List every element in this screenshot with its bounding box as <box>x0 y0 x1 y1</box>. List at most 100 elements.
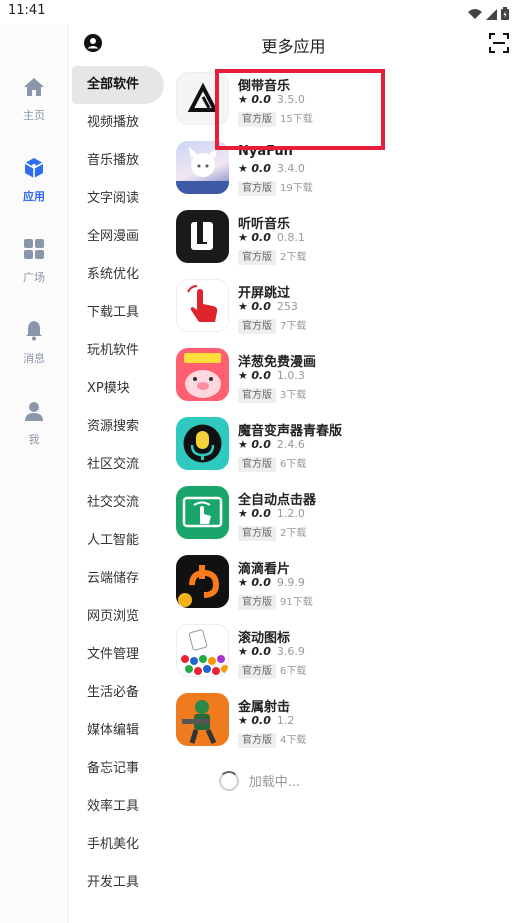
star-icon: ★ <box>238 162 248 175</box>
star-icon: ★ <box>238 369 248 382</box>
app-tags: 官方版 91下载 <box>238 593 313 610</box>
category-item[interactable]: XP模块 <box>72 370 164 408</box>
category-item[interactable]: 媒体编辑 <box>72 712 164 750</box>
app-version: 1.2.0 <box>276 507 305 520</box>
app-item[interactable]: 滴滴看片 ★ 0.0 9.9.9 官方版 91下载 <box>176 555 516 624</box>
apps-cube-icon <box>23 157 45 179</box>
app-score: 0.0 <box>251 714 271 727</box>
category-item[interactable]: 全网漫画 <box>72 218 164 256</box>
app-version: 1.0.3 <box>276 369 305 382</box>
category-item[interactable]: 资源搜索 <box>72 408 164 446</box>
app-item[interactable]: 开屏跳过 ★ 0.0 253 官方版 7下载 <box>176 279 516 348</box>
microphone-icon <box>176 417 229 470</box>
rail-item-apps[interactable]: 应用 <box>0 157 68 204</box>
app-downloads: 2下载 <box>280 252 307 263</box>
app-score: 0.0 <box>251 162 271 175</box>
app-meta: ★ 0.0 3.4.0 <box>238 162 305 175</box>
app-version: 2.4.6 <box>276 438 305 451</box>
app-meta: ★ 0.0 253 <box>238 300 298 313</box>
app-tags: 官方版 4下载 <box>238 731 306 748</box>
app-tags: 官方版 6下载 <box>238 455 306 472</box>
category-item[interactable]: 文字阅读 <box>72 180 164 218</box>
user-icon <box>23 400 45 422</box>
app-name: 滚动图标 <box>238 631 291 646</box>
rail-label: 我 <box>28 433 40 446</box>
rail-label: 主页 <box>23 109 45 122</box>
app-score: 0.0 <box>251 300 271 313</box>
signal-icon <box>486 5 497 24</box>
category-item[interactable]: 文件管理 <box>72 636 164 674</box>
app-item[interactable]: 洋葱免费漫画 ★ 0.0 1.0.3 官方版 3下载 <box>176 348 516 417</box>
rail-item-messages[interactable]: 消息 <box>0 319 68 366</box>
star-icon: ★ <box>238 576 248 589</box>
app-version: 1.2 <box>276 714 295 727</box>
app-downloads: 6下载 <box>280 666 307 677</box>
category-item[interactable]: 人工智能 <box>72 522 164 560</box>
didi-logo-icon <box>176 555 229 608</box>
app-name: 金属射击 <box>238 700 291 715</box>
highlight-box <box>215 69 385 150</box>
spinner-icon <box>218 770 239 791</box>
category-item[interactable]: 生活必备 <box>72 674 164 712</box>
category-item[interactable]: 社交交流 <box>72 484 164 522</box>
app-tag: 官方版 <box>238 526 276 541</box>
star-icon: ★ <box>238 231 248 244</box>
app-version: 9.9.9 <box>276 576 305 589</box>
app-tags: 官方版 2下载 <box>238 524 306 541</box>
app-downloads: 4下载 <box>280 735 307 746</box>
category-item[interactable]: 手机美化 <box>72 826 164 864</box>
status-time: 11:41 <box>8 3 46 18</box>
page-title: 更多应用 <box>261 37 326 56</box>
rail-label: 消息 <box>23 352 45 365</box>
category-item[interactable]: 网页浏览 <box>72 598 164 636</box>
app-item[interactable]: 听听音乐 ★ 0.0 0.8.1 官方版 2下载 <box>176 210 516 279</box>
category-item[interactable]: 效率工具 <box>72 788 164 826</box>
app-tags: 官方版 19下载 <box>238 179 313 196</box>
category-item[interactable]: 全部软件 <box>72 66 164 104</box>
app-version: 253 <box>276 300 298 313</box>
star-icon: ★ <box>238 438 248 451</box>
star-icon: ★ <box>238 507 248 520</box>
app-score: 0.0 <box>251 507 271 520</box>
app-tag: 官方版 <box>238 319 276 334</box>
app-item[interactable]: NyaFun ★ 0.0 3.4.0 官方版 19下载 <box>176 141 516 210</box>
app-item[interactable]: 全自动点击器 ★ 0.0 1.2.0 官方版 2下载 <box>176 486 516 555</box>
app-meta: ★ 0.0 1.0.3 <box>238 369 305 382</box>
rail-item-home[interactable]: 主页 <box>0 76 68 123</box>
app-item[interactable]: 金属射击 ★ 0.0 1.2 官方版 4下载 <box>176 693 516 762</box>
app-meta: ★ 0.0 1.2 <box>238 714 294 727</box>
category-item[interactable]: 下载工具 <box>72 294 164 332</box>
app-list: 倒带音乐 ★ 0.0 3.5.0 官方版 15下载 NyaFun ★ 0.0 3.4.… <box>176 72 516 762</box>
scan-icon[interactable] <box>489 33 509 53</box>
app-downloads: 19下载 <box>280 183 313 194</box>
bubble-game-icon <box>176 624 229 677</box>
category-item[interactable]: 开发工具 <box>72 864 164 902</box>
category-item[interactable]: 视频播放 <box>72 104 164 142</box>
status-bar: 11:41 <box>0 0 519 24</box>
category-item[interactable]: 社区交流 <box>72 446 164 484</box>
star-icon: ★ <box>238 714 248 727</box>
category-item[interactable]: 系统优化 <box>72 256 164 294</box>
app-tag: 官方版 <box>238 181 276 196</box>
app-score: 0.0 <box>251 438 271 451</box>
app-tags: 官方版 7下载 <box>238 317 306 334</box>
app-tags: 官方版 2下载 <box>238 248 306 265</box>
app-version: 0.8.1 <box>276 231 305 244</box>
category-item[interactable]: 音乐播放 <box>72 142 164 180</box>
app-meta: ★ 0.0 9.9.9 <box>238 576 305 589</box>
star-icon: ★ <box>238 300 248 313</box>
battery-icon <box>501 5 509 24</box>
app-version: 3.6.9 <box>276 645 305 658</box>
app-downloads: 7下载 <box>280 321 307 332</box>
category-item[interactable]: 云端储存 <box>72 560 164 598</box>
rail-item-me[interactable]: 我 <box>0 400 68 447</box>
app-score: 0.0 <box>251 369 271 382</box>
app-downloads: 91下载 <box>280 597 313 608</box>
rail-item-square[interactable]: 广场 <box>0 238 68 285</box>
app-item[interactable]: 魔音变声器青春版 ★ 0.0 2.4.6 官方版 6下载 <box>176 417 516 486</box>
category-item[interactable]: 玩机软件 <box>72 332 164 370</box>
app-downloads: 6下载 <box>280 459 307 470</box>
app-item[interactable]: 滚动图标 ★ 0.0 3.6.9 官方版 6下载 <box>176 624 516 693</box>
grid-icon <box>23 238 45 260</box>
auto-click-icon <box>176 486 229 539</box>
